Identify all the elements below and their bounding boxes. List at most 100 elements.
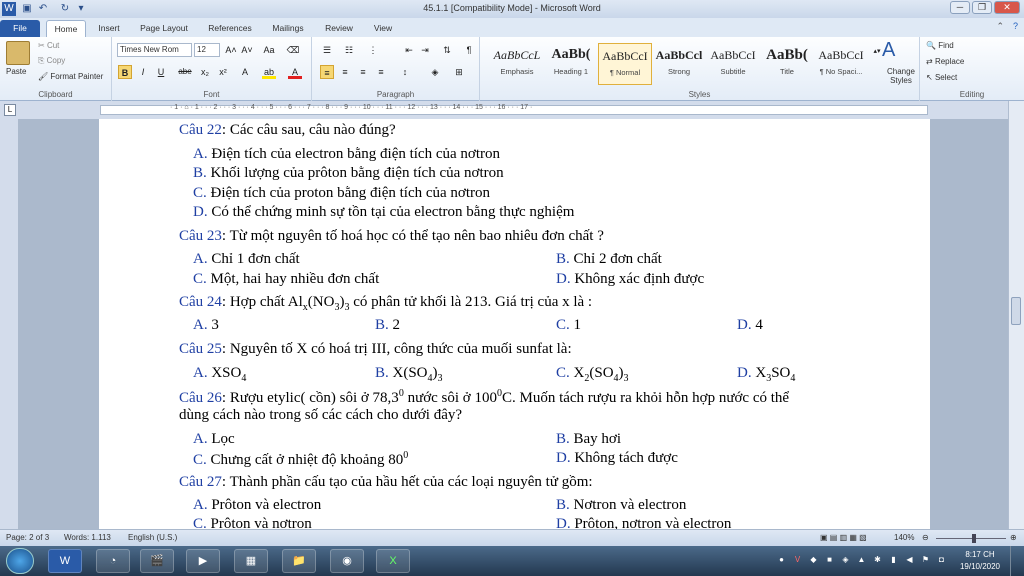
minimize-button[interactable]: ─ <box>950 1 970 14</box>
align-left-icon[interactable]: ≡ <box>320 65 334 79</box>
start-button[interactable] <box>6 548 34 574</box>
clear-formatting-icon[interactable]: ⌫ <box>286 43 300 57</box>
shrink-font-button[interactable]: A˅ <box>240 43 254 57</box>
font-color-icon[interactable]: A <box>288 65 302 79</box>
style-heading-1[interactable]: AaBb(Heading 1 <box>544 43 598 85</box>
option: C. Prôton và nơtron <box>193 516 312 529</box>
show-desktop-button[interactable] <box>1010 546 1024 576</box>
taskbar-app-icon[interactable]: ◔ <box>96 549 130 573</box>
tab-home[interactable]: Home <box>46 20 86 37</box>
help-icon[interactable]: ? <box>1013 21 1018 31</box>
grow-font-button[interactable]: A˄ <box>224 43 238 57</box>
horizontal-ruler[interactable]: L · 1 · ⌂ · 1 · · · 2 · · · 3 · · · 4 · … <box>0 101 1024 119</box>
select-button[interactable]: ↖ Select <box>926 73 957 82</box>
taskbar-player-icon[interactable]: ▶ <box>186 549 220 573</box>
scrollbar-thumb[interactable] <box>1011 297 1021 325</box>
line-spacing-icon[interactable]: ↕ <box>398 65 412 79</box>
question-26-cont: dùng cách nào trong số các cách cho dưới… <box>179 407 463 423</box>
style-normal[interactable]: AaBbCcI ¶ Normal <box>598 43 652 85</box>
taskbar-media-icon[interactable]: 🎬 <box>140 549 174 573</box>
underline-button[interactable]: U <box>154 65 168 79</box>
tray-icon[interactable]: ◈ <box>840 554 851 565</box>
bluetooth-icon[interactable]: ✱ <box>872 554 883 565</box>
zoom-in-icon[interactable]: ⊕ <box>1010 533 1017 542</box>
italic-button[interactable]: I <box>136 65 150 79</box>
change-case-button[interactable]: Aa <box>262 43 276 57</box>
shading-icon[interactable]: ◈ <box>428 65 442 79</box>
subscript-button[interactable]: x₂ <box>198 65 212 79</box>
zoom-slider-thumb[interactable] <box>972 534 976 543</box>
taskbar-word-icon[interactable]: W <box>48 549 82 573</box>
taskbar-chrome-icon[interactable]: ◉ <box>330 549 364 573</box>
clock-date[interactable]: 19/10/2020 <box>956 562 1004 571</box>
style-subtitle[interactable]: AaBbCcI Subtitle <box>706 43 760 85</box>
close-button[interactable]: ✕ <box>994 1 1020 14</box>
show-formatting-button[interactable]: ¶ <box>462 43 476 57</box>
paste-button[interactable]: Paste <box>6 67 26 76</box>
tray-icon[interactable]: ● <box>776 554 787 565</box>
align-right-icon[interactable]: ≡ <box>356 65 370 79</box>
clock-time[interactable]: 8:17 CH <box>958 550 1002 559</box>
language-indicator[interactable]: English (U.S.) <box>128 533 177 542</box>
tray-icon[interactable]: ▲ <box>856 554 867 565</box>
strikethrough-button[interactable]: abe <box>178 65 192 79</box>
vertical-scrollbar[interactable] <box>1008 101 1024 529</box>
change-styles-icon[interactable]: A <box>882 39 895 62</box>
styles-label: Styles <box>688 90 711 99</box>
volume-icon[interactable]: ◀ <box>904 554 915 565</box>
tray-icon[interactable]: ◆ <box>808 554 819 565</box>
page-count[interactable]: Page: 2 of 3 <box>6 533 49 542</box>
tab-view[interactable]: View <box>366 20 400 37</box>
copy-button[interactable]: ⎘ Copy <box>38 56 65 66</box>
tab-references[interactable]: References <box>202 20 258 37</box>
format-painter-button[interactable]: 🖌 Format Painter <box>38 72 103 81</box>
replace-button[interactable]: ⇄ Replace <box>926 57 964 66</box>
style-no-spacing[interactable]: AaBbCcI ¶ No Spaci... <box>814 43 868 85</box>
style-emphasis[interactable]: AaBbCcL Emphasis <box>490 43 544 85</box>
tray-icon[interactable]: V <box>792 554 803 565</box>
tray-icon[interactable]: ■ <box>824 554 835 565</box>
zoom-slider[interactable] <box>936 538 1006 539</box>
numbering-icon[interactable]: ☷ <box>342 43 356 57</box>
tab-selector-icon[interactable]: L <box>4 104 16 116</box>
find-button[interactable]: 🔍 Find <box>926 41 954 50</box>
justify-icon[interactable]: ≡ <box>374 65 388 79</box>
cut-button[interactable]: ✂ Cut <box>38 41 59 50</box>
multilevel-list-icon[interactable]: ⋮ <box>366 43 380 57</box>
sort-icon[interactable]: ⇅ <box>440 43 454 57</box>
word-count[interactable]: Words: 1.113 <box>64 533 111 542</box>
align-center-icon[interactable]: ≡ <box>338 65 352 79</box>
paste-icon[interactable] <box>6 41 30 65</box>
tab-review[interactable]: Review <box>320 20 358 37</box>
tray-icon[interactable]: ◘ <box>936 554 947 565</box>
superscript-button[interactable]: x² <box>216 65 230 79</box>
bullets-icon[interactable]: ☰ <box>320 43 334 57</box>
taskbar-excel-icon[interactable]: X <box>376 549 410 573</box>
zoom-level[interactable]: 140% <box>894 533 914 542</box>
decrease-indent-icon[interactable]: ⇤ <box>402 43 416 57</box>
tab-file[interactable]: File <box>0 20 40 37</box>
network-icon[interactable]: ▮ <box>888 554 899 565</box>
ribbon-minimize-icon[interactable]: ⌃ <box>996 21 1004 32</box>
increase-indent-icon[interactable]: ⇥ <box>418 43 432 57</box>
bold-button[interactable]: B <box>118 65 132 79</box>
zoom-out-icon[interactable]: ⊖ <box>922 533 929 542</box>
tab-insert[interactable]: Insert <box>92 20 126 37</box>
tab-mailings[interactable]: Mailings <box>266 20 310 37</box>
font-name-select[interactable]: Times New Rom <box>117 43 192 57</box>
document-page[interactable]: Câu 22: Các câu sau, câu nào đúng? A. Đi… <box>99 119 930 529</box>
text-effects-icon[interactable]: A <box>238 65 252 79</box>
style-title[interactable]: AaBb(Title <box>760 43 814 85</box>
maximize-button[interactable]: ❐ <box>972 1 992 14</box>
style-strong[interactable]: AaBbCcl Strong <box>652 43 706 85</box>
vertical-ruler[interactable] <box>0 119 18 529</box>
flag-icon[interactable]: ⚑ <box>920 554 931 565</box>
tab-page-layout[interactable]: Page Layout <box>136 20 192 37</box>
change-styles-button[interactable]: Change Styles <box>884 67 918 85</box>
borders-icon[interactable]: ⊞ <box>452 65 466 79</box>
taskbar-app-icon[interactable]: ▦ <box>234 549 268 573</box>
font-size-select[interactable]: 12 <box>194 43 220 57</box>
highlight-icon[interactable]: ab <box>262 65 276 79</box>
view-buttons-icon[interactable]: ▣ ▤ ▥ ▦ ▧ <box>820 533 867 542</box>
taskbar-folder-icon[interactable]: 📁 <box>282 549 316 573</box>
